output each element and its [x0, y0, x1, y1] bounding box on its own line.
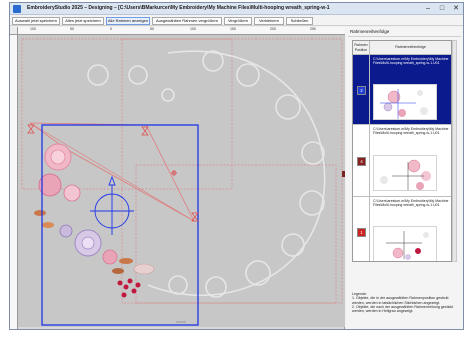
ruler-label: 50	[150, 27, 154, 31]
close-view-button[interactable]: Schließen	[286, 16, 313, 25]
ruler-label: 50	[70, 27, 74, 31]
ruler-corner	[10, 27, 18, 35]
hoop-row[interactable]: 2 C:\Users\arestum.m\My Embroidery\My Ma…	[353, 55, 451, 125]
save-all-button[interactable]: Alles jetzt speichern	[62, 16, 104, 25]
ruler-label: 100	[190, 27, 196, 31]
row-order-cell: C:\Users\arestum.m\My Embroidery\My Mach…	[370, 55, 451, 124]
hoop-order-panel: Rahmenreihenfolge Rahmen Position Rahmen…	[346, 27, 463, 329]
hoop-outline-3[interactable]	[135, 164, 337, 304]
row-position-cell: 4	[353, 125, 370, 196]
hoop-number-badge: 1	[357, 228, 366, 237]
hoop-thumbnail	[373, 155, 437, 191]
title-bar: EmbroideryStudio 2025 – Designing – [C:\…	[10, 3, 463, 15]
canvas-side-marker	[342, 171, 345, 177]
hoop-order-list: Rahmen Position Rahmenreihenfolge 2 C:\U…	[352, 40, 452, 262]
close-button[interactable]: ✕	[451, 4, 461, 13]
toolbar: Auswahl jetzt speichern Alles jetzt spei…	[10, 15, 463, 26]
zoom-in-button[interactable]: Vergrößern	[224, 16, 252, 25]
row-order-cell: C:\Users\arestum.m\My Embroidery\My Mach…	[370, 197, 451, 261]
design-drawing	[21, 38, 343, 326]
minimize-button[interactable]: –	[423, 4, 433, 13]
ruler-label: 100	[30, 27, 36, 31]
vertical-ruler	[10, 35, 18, 329]
registration-marker-icon	[27, 124, 199, 222]
save-selection-button[interactable]: Auswahl jetzt speichern	[12, 16, 60, 25]
col-header-order: Rahmenreihenfolge	[370, 41, 451, 55]
show-all-hoops-button[interactable]: Alle Rahmen anzeigen	[106, 16, 150, 25]
panel-title: Rahmenreihenfolge	[348, 29, 461, 37]
zoom-out-button[interactable]: Verkleinern	[254, 16, 284, 25]
legend-item: 2. Objekte, die nach der ausgewählten Ra…	[352, 304, 454, 314]
col-header-position: Rahmen Position	[353, 41, 370, 55]
zoom-selected-hoop-button[interactable]: Ausgewählten Rahmen vergrößern	[152, 16, 222, 25]
hoop-file-path: C:\Users\arestum.m\My Embroidery\My Mach…	[373, 57, 449, 65]
ruler-label: 0	[110, 27, 112, 31]
window-title: EmbroideryStudio 2025 – Designing – [C:\…	[27, 5, 330, 11]
row-position-cell: 2	[353, 55, 370, 124]
hoop-row[interactable]: 4 C:\Users\arestum.m\My Embroidery\My Ma…	[353, 125, 451, 197]
ruler-label: 150	[230, 27, 236, 31]
embroidery-canvas[interactable]	[18, 35, 345, 327]
row-order-cell: C:\Users\arestum.m\My Embroidery\My Mach…	[370, 125, 451, 196]
ruler-label: 200	[270, 27, 276, 31]
maximize-button[interactable]: □	[437, 4, 447, 13]
horizontal-ruler: 100 50 0 50 100 150 200 250	[18, 27, 345, 35]
hoop-file-path: C:\Users\arestum.m\My Embroidery\My Mach…	[373, 127, 449, 135]
app-window: EmbroideryStudio 2025 – Designing – [C:\…	[9, 2, 464, 330]
legend: Legende: 1. Objekte, die in der ausgewäh…	[352, 292, 458, 313]
hoop-file-path: C:\Users\arestum.m\My Embroidery\My Mach…	[373, 199, 449, 207]
hoop-number-badge: 2	[357, 86, 366, 95]
hoop-thumbnail	[373, 84, 437, 120]
design-canvas-area: 100 50 0 50 100 150 200 250	[10, 27, 345, 329]
ruler-label: 250	[310, 27, 316, 31]
hoop-row[interactable]: 1 C:\Users\arestum.m\My Embroidery\My Ma…	[353, 197, 451, 261]
panel-scrollbar[interactable]	[452, 40, 457, 262]
hoop-thumbnail	[373, 226, 437, 261]
app-logo-icon	[13, 5, 21, 13]
hoop-number-badge: 4	[357, 157, 366, 166]
hoop-orientation-arrow-icon	[108, 175, 116, 186]
row-position-cell: 1	[353, 197, 370, 261]
legend-item: 1. Objekte, die in der ausgewählten Rahm…	[352, 296, 449, 305]
